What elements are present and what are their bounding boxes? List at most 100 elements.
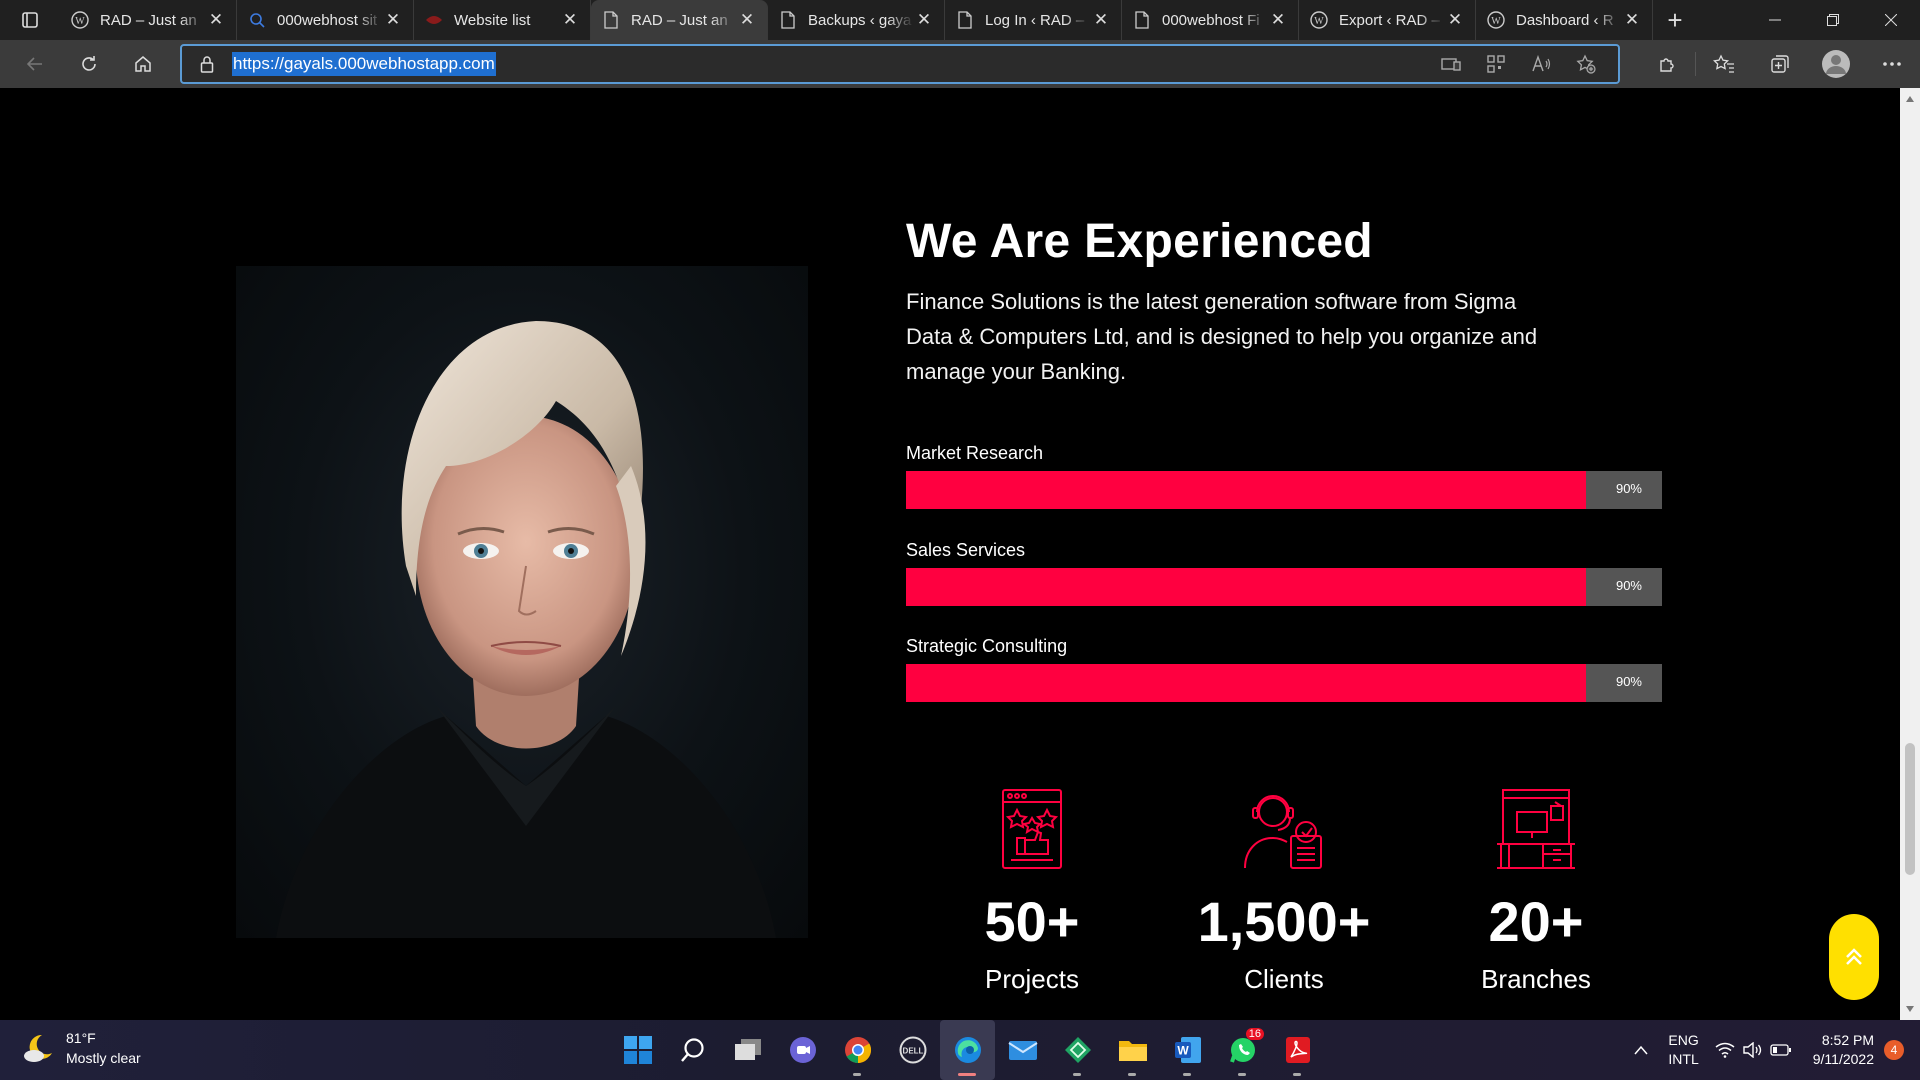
close-window-button[interactable] bbox=[1862, 0, 1920, 40]
task-view-icon bbox=[734, 1039, 761, 1060]
weather-widget[interactable]: 81°F Mostly clear bbox=[22, 1028, 141, 1068]
new-tab-button[interactable]: + bbox=[1653, 0, 1697, 40]
acrobat-taskbar-button[interactable] bbox=[1270, 1020, 1325, 1080]
tab-close-icon[interactable]: ✕ bbox=[1091, 10, 1111, 30]
tab-close-icon[interactable]: ✕ bbox=[1445, 10, 1465, 30]
page-icon bbox=[778, 10, 798, 30]
volume-icon[interactable] bbox=[1739, 1042, 1767, 1058]
browser-tab[interactable]: RAD – Just an ✕ bbox=[591, 0, 768, 40]
chrome-icon bbox=[844, 1037, 871, 1064]
clock-date: 9/11/2022 bbox=[1812, 1051, 1874, 1067]
tab-close-icon[interactable]: ✕ bbox=[1622, 10, 1642, 30]
wordpress-icon: W bbox=[70, 10, 90, 30]
scroll-up-arrow-icon[interactable] bbox=[1900, 90, 1920, 108]
acrobat-icon bbox=[1285, 1037, 1310, 1063]
tab-strip: W RAD – Just an ✕ 000webhost sit ✕ Website li… bbox=[0, 0, 1920, 40]
scroll-down-arrow-icon[interactable] bbox=[1900, 1000, 1920, 1018]
running-indicator bbox=[958, 1073, 976, 1076]
windows-taskbar: 81°F Mostly clear DELL W 16 ENG INTL 8:5… bbox=[0, 1020, 1920, 1080]
start-button[interactable] bbox=[610, 1020, 665, 1080]
teams-chat-icon bbox=[789, 1037, 816, 1063]
browser-tab[interactable]: W Export ‹ RAD – ✕ bbox=[1299, 0, 1476, 40]
page-icon bbox=[955, 10, 975, 30]
restore-button[interactable] bbox=[1804, 0, 1862, 40]
minimize-button[interactable] bbox=[1746, 0, 1804, 40]
section-heading: We Are Experienced bbox=[906, 215, 1373, 268]
favorites-icon[interactable] bbox=[1696, 40, 1752, 88]
address-bar[interactable]: https://gayals.000webhostapp.com bbox=[180, 44, 1620, 84]
app-available-icon[interactable] bbox=[1428, 56, 1473, 72]
edge-taskbar-button[interactable] bbox=[940, 1020, 995, 1080]
taskbar-search-button[interactable] bbox=[665, 1020, 720, 1080]
browser-tab[interactable]: Log In ‹ RAD – ✕ bbox=[945, 0, 1122, 40]
skill-bar-market-research: Market Research 90% bbox=[906, 443, 1662, 509]
task-view-button[interactable] bbox=[720, 1020, 775, 1080]
tab-close-icon[interactable]: ✕ bbox=[737, 10, 757, 30]
scrollbar-thumb[interactable] bbox=[1905, 743, 1915, 875]
teams-chat-button[interactable] bbox=[775, 1020, 830, 1080]
stat-number: 50+ bbox=[984, 890, 1080, 953]
wifi-icon[interactable] bbox=[1711, 1042, 1739, 1058]
tab-title: RAD – Just an bbox=[100, 11, 197, 29]
wordpress-icon: W bbox=[1309, 10, 1329, 30]
whatsapp-taskbar-button[interactable]: 16 bbox=[1215, 1020, 1270, 1080]
whatsapp-icon bbox=[1229, 1038, 1255, 1063]
tab-close-icon[interactable]: ✕ bbox=[560, 10, 580, 30]
running-indicator bbox=[1238, 1073, 1246, 1076]
tab-close-icon[interactable]: ✕ bbox=[206, 10, 226, 30]
browser-tab[interactable]: 000webhost sit ✕ bbox=[237, 0, 414, 40]
settings-more-icon[interactable] bbox=[1864, 40, 1920, 88]
web-page: We Are Experienced Finance Solutions is … bbox=[0, 88, 1900, 1020]
edge-icon bbox=[954, 1037, 981, 1063]
input-language-indicator[interactable]: ENG INTL bbox=[1668, 1031, 1698, 1069]
word-taskbar-button[interactable]: W bbox=[1160, 1020, 1215, 1080]
url-text[interactable]: https://gayals.000webhostapp.com bbox=[232, 52, 496, 76]
progress-fill bbox=[906, 664, 1587, 702]
back-button[interactable] bbox=[8, 40, 62, 88]
progress-percent: 90% bbox=[1615, 481, 1642, 496]
whatsapp-badge: 16 bbox=[1245, 1028, 1264, 1040]
progress-percent: 90% bbox=[1615, 578, 1642, 593]
back-to-top-button[interactable] bbox=[1829, 914, 1879, 1000]
tab-close-icon[interactable]: ✕ bbox=[914, 10, 934, 30]
collections-icon[interactable] bbox=[1752, 40, 1808, 88]
file-explorer-taskbar-button[interactable] bbox=[1105, 1020, 1160, 1080]
green-app-taskbar-button[interactable] bbox=[1050, 1020, 1105, 1080]
mail-taskbar-button[interactable] bbox=[995, 1020, 1050, 1080]
refresh-button[interactable] bbox=[62, 40, 116, 88]
tab-title: Export ‹ RAD – bbox=[1339, 11, 1440, 29]
home-button[interactable] bbox=[116, 40, 170, 88]
extensions-icon[interactable] bbox=[1639, 40, 1695, 88]
clock-time: 8:52 PM bbox=[1821, 1032, 1874, 1048]
browser-tab[interactable]: Website list ✕ bbox=[414, 0, 591, 40]
read-aloud-icon[interactable] bbox=[1518, 55, 1563, 73]
system-clock[interactable]: 8:52 PM 9/11/2022 bbox=[1813, 1031, 1874, 1069]
home-icon bbox=[135, 56, 151, 72]
browser-tab[interactable]: 000webhost Fi ✕ bbox=[1122, 0, 1299, 40]
profile-avatar[interactable] bbox=[1808, 40, 1864, 88]
browser-tab[interactable]: W Dashboard ‹ R ✕ bbox=[1476, 0, 1653, 40]
add-favorite-icon[interactable] bbox=[1563, 54, 1608, 74]
lock-icon[interactable] bbox=[182, 55, 232, 73]
stat-label: Branches bbox=[1481, 964, 1591, 994]
language-code: ENG bbox=[1668, 1032, 1699, 1048]
browser-tab[interactable]: Backups ‹ gaya ✕ bbox=[768, 0, 945, 40]
notification-count-badge[interactable]: 4 bbox=[1884, 1040, 1904, 1060]
show-hidden-icons-chevron-up-icon[interactable] bbox=[1626, 1045, 1656, 1055]
battery-icon[interactable] bbox=[1767, 1044, 1795, 1056]
svg-text:W: W bbox=[75, 16, 85, 27]
qr-code-icon[interactable] bbox=[1473, 55, 1518, 73]
progress-percent: 90% bbox=[1615, 674, 1642, 689]
page-scrollbar[interactable] bbox=[1900, 88, 1920, 1020]
wordpress-icon: W bbox=[1486, 10, 1506, 30]
skill-bar-strategic-consulting: Strategic Consulting 90% bbox=[906, 636, 1662, 702]
tab-close-icon[interactable]: ✕ bbox=[1268, 10, 1288, 30]
progress-fill bbox=[906, 471, 1587, 509]
tab-actions-button[interactable] bbox=[0, 0, 60, 40]
chrome-taskbar-button[interactable] bbox=[830, 1020, 885, 1080]
dell-taskbar-button[interactable]: DELL bbox=[885, 1020, 940, 1080]
browser-tab[interactable]: W RAD – Just an ✕ bbox=[60, 0, 237, 40]
tab-close-icon[interactable]: ✕ bbox=[383, 10, 403, 30]
stat-number: 20+ bbox=[1488, 890, 1584, 953]
stat-projects: 50+ Projects bbox=[902, 788, 1162, 995]
